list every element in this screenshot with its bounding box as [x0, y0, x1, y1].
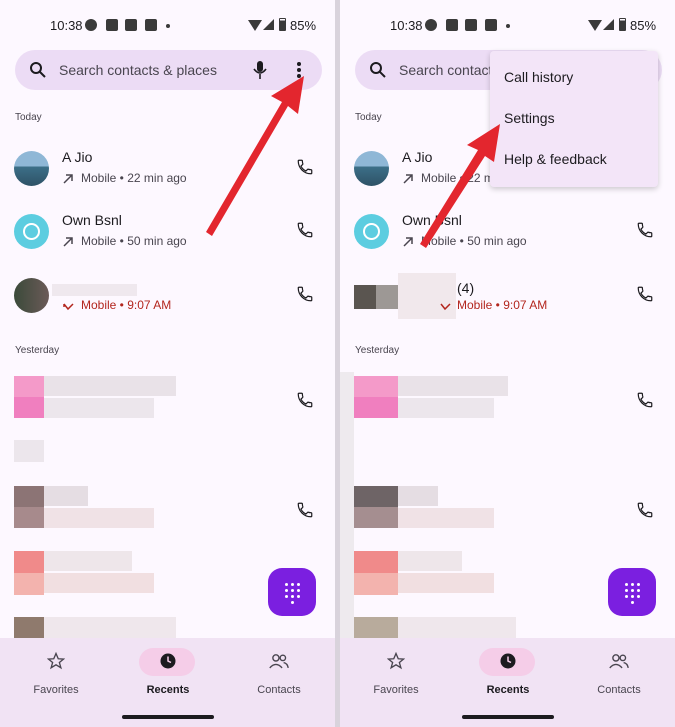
phone-screen-right: 10:38 85% Search contact Today A Jio Mob…: [340, 0, 675, 727]
phone-screen-left: 10:38 85% Search contacts & places Today…: [0, 0, 335, 727]
annotation-arrow: [206, 76, 304, 236]
annotation-arrow: [420, 124, 500, 248]
